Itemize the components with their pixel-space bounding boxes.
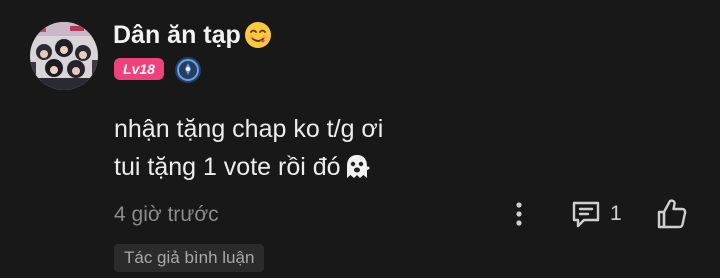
avatar[interactable]	[30, 22, 98, 90]
thumbs-up-icon	[657, 199, 687, 229]
yum-face-emoji-icon	[243, 20, 273, 50]
timestamp: 4 giờ trước	[114, 203, 219, 226]
author-comment-tag: Tác giả bình luận	[114, 244, 265, 272]
comment-line-text: nhận tặng chap ko t/g ơi	[114, 115, 384, 143]
comment-icon	[572, 201, 600, 228]
more-options-button[interactable]	[506, 198, 532, 230]
like-button[interactable]	[654, 196, 690, 232]
verified-badge-icon	[174, 56, 202, 84]
ghost-emoji-icon	[342, 152, 372, 182]
comment-body: nhận tặng chap ko t/g ơi tui tặng 1 vote…	[114, 110, 534, 186]
comment-line-text: tui tặng 1 vote rồi đó	[114, 153, 341, 181]
comment-line: nhận tặng chap ko t/g ơi	[114, 110, 534, 148]
username-text: Dân ăn tạp	[113, 21, 241, 49]
comment-line: tui tặng 1 vote rồi đó	[114, 148, 534, 186]
more-vertical-icon	[516, 202, 522, 226]
reply-button[interactable]: 1	[570, 197, 622, 231]
username[interactable]: Dân ăn tạp	[113, 18, 273, 52]
level-badge: Lv18	[114, 58, 164, 80]
reply-count: 1	[610, 202, 622, 225]
avatar-image	[30, 22, 98, 90]
